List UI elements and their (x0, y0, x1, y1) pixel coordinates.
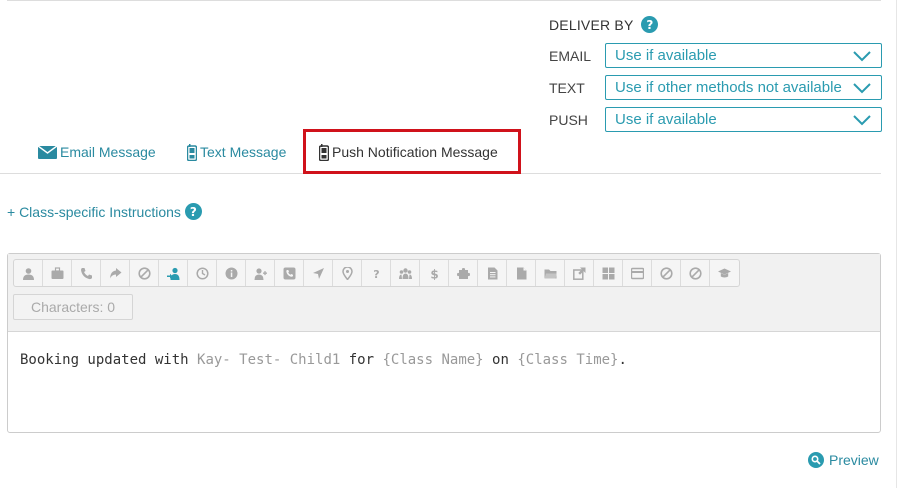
map-marker-icon (341, 266, 353, 280)
toolbar-button-puzzle[interactable] (449, 260, 478, 286)
search-icon (808, 452, 824, 468)
briefcase-icon (51, 266, 63, 279)
class-instructions-label: + Class-specific Instructions (7, 203, 181, 220)
help-icon[interactable]: ? (641, 16, 659, 33)
message-text-3: on (483, 352, 518, 368)
document-icon (487, 267, 497, 279)
message-text-1: Booking updated with (20, 352, 198, 368)
user-icon (22, 267, 34, 280)
toolbar-button-ban[interactable] (652, 260, 681, 286)
toolbar-button-external-link[interactable] (565, 260, 594, 286)
puzzle-icon (456, 267, 470, 279)
toolbar-button-credit-card[interactable] (623, 260, 652, 286)
svg-text:$: $ (430, 267, 438, 280)
message-editor: ? $ Characters: 0 Booking updated with Ka… (7, 253, 881, 433)
external-link-icon (572, 267, 585, 280)
toolbar-button-map-marker[interactable] (333, 260, 362, 286)
toolbar-button-group: ? $ (13, 259, 740, 287)
toolbar-button-folder[interactable] (536, 260, 565, 286)
editor-toolbar: ? $ Characters: 0 (8, 254, 880, 332)
class-specific-instructions-link[interactable]: + Class-specific Instructions ? (7, 203, 202, 220)
chevron-down-icon (853, 114, 871, 125)
assign-user-icon (166, 267, 179, 280)
toolbar-button-dollar[interactable]: $ (420, 260, 449, 286)
envelope-icon (38, 145, 57, 159)
tab-text-message[interactable]: Text Message (187, 137, 286, 167)
preview-label: Preview (829, 452, 879, 468)
characters-counter: Characters: 0 (13, 294, 133, 320)
credit-card-icon (630, 267, 644, 279)
chevron-down-icon (853, 82, 871, 93)
push-delivery-value: Use if available (615, 111, 717, 128)
deliver-text-label: TEXT (549, 79, 585, 96)
toolbar-button-graduation-cap[interactable] (710, 260, 739, 286)
add-user-icon (254, 267, 267, 280)
ban-icon (688, 266, 702, 280)
toolbar-button-user[interactable] (14, 260, 43, 286)
toolbar-button-group[interactable] (391, 260, 420, 286)
deliver-push-label: PUSH (549, 111, 588, 128)
panel-edge (896, 0, 897, 488)
message-tabs: Email Message Text Message Push Notifica… (0, 129, 881, 174)
phone-icon (187, 143, 197, 161)
toolbar-button-question[interactable]: ? (362, 260, 391, 286)
message-body[interactable]: Booking updated with Kay- Test- Child1 f… (8, 332, 880, 388)
deliver-by-label: DELIVER BY (549, 16, 634, 33)
tab-email-label: Email Message (60, 144, 156, 160)
message-text-4: . (618, 352, 627, 368)
class-time-token: {Class Time} (517, 352, 619, 368)
top-divider (7, 0, 881, 1)
active-tab-highlight (303, 129, 521, 174)
toolbar-button-briefcase[interactable] (43, 260, 72, 286)
phone-icon (80, 267, 92, 279)
location-arrow-icon (312, 267, 324, 279)
text-delivery-select[interactable]: Use if other methods not available (605, 75, 882, 100)
help-icon[interactable]: ? (184, 203, 202, 220)
child-name-token: Kay- Test- Child1 (197, 352, 341, 368)
email-delivery-value: Use if available (615, 47, 717, 64)
tab-text-label: Text Message (200, 144, 287, 160)
toolbar-button-assign-user[interactable] (159, 260, 188, 286)
toolbar-button-grid[interactable] (594, 260, 623, 286)
ban-icon (659, 266, 673, 280)
toolbar-button-location-arrow[interactable] (304, 260, 333, 286)
deliver-email-label: EMAIL (549, 47, 592, 64)
question-icon: ? (373, 268, 379, 280)
info-icon (225, 267, 237, 279)
svg-text:?: ? (373, 268, 379, 280)
group-icon (398, 267, 412, 279)
clock-icon (195, 266, 209, 280)
deliver-by-heading: DELIVER BY ? (549, 16, 659, 33)
deliver-row-text: TEXT Use if other methods not available (549, 75, 882, 100)
toolbar-button-document[interactable] (478, 260, 507, 286)
email-delivery-select[interactable]: Use if available (605, 43, 882, 68)
phone-square-icon (283, 267, 295, 279)
message-text-2: for (340, 352, 383, 368)
grid-icon (602, 267, 614, 279)
share-icon (109, 267, 121, 278)
folder-icon (544, 269, 557, 278)
toolbar-button-share[interactable] (101, 260, 130, 286)
toolbar-button-clock[interactable] (188, 260, 217, 286)
ban-icon (137, 266, 151, 280)
text-delivery-value: Use if other methods not available (615, 79, 842, 96)
toolbar-button-phone-square[interactable] (275, 260, 304, 286)
toolbar-button-phone[interactable] (72, 260, 101, 286)
class-name-token: {Class Name} (382, 352, 484, 368)
preview-link[interactable]: Preview (808, 452, 879, 468)
tab-email-message[interactable]: Email Message (38, 137, 156, 167)
toolbar-button-ban[interactable] (681, 260, 710, 286)
toolbar-button-add-user[interactable] (246, 260, 275, 286)
toolbar-button-ban[interactable] (130, 260, 159, 286)
dollar-icon: $ (430, 267, 438, 280)
deliver-row-email: EMAIL Use if available (549, 43, 882, 68)
toolbar-button-info[interactable] (217, 260, 246, 286)
chevron-down-icon (853, 50, 871, 61)
graduation-cap-icon (718, 268, 731, 277)
toolbar-button-file[interactable] (507, 260, 536, 286)
file-icon (516, 267, 526, 279)
